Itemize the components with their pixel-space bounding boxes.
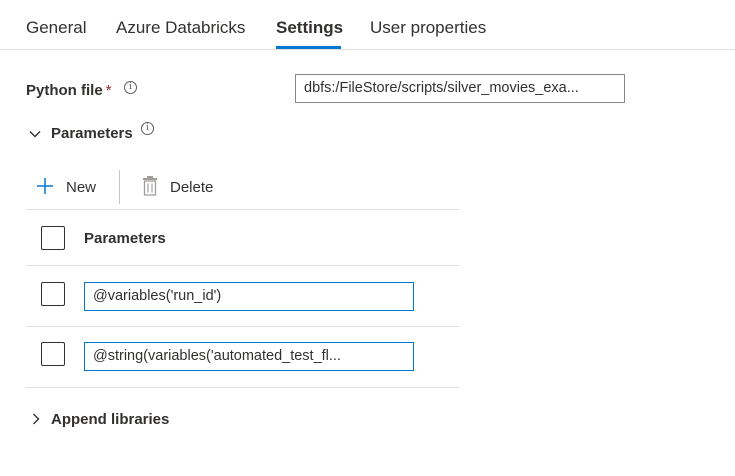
parameter-value-input[interactable]: @variables('run_id') [84, 282, 414, 311]
python-file-label: Python file * [26, 82, 112, 99]
row-checkbox[interactable] [41, 342, 65, 366]
tab-bar: General Azure Databricks Settings User p… [0, 0, 735, 50]
table-row-divider [26, 326, 459, 327]
required-asterisk: * [105, 82, 112, 99]
row-checkbox[interactable] [41, 282, 65, 306]
tab-user-properties[interactable]: User properties [370, 18, 486, 38]
tab-azure-databricks[interactable]: Azure Databricks [116, 18, 245, 38]
new-button[interactable]: New [66, 179, 96, 196]
table-bottom-divider [26, 387, 459, 388]
select-all-checkbox[interactable] [41, 226, 65, 250]
tab-general[interactable]: General [26, 18, 86, 38]
chevron-down-icon[interactable] [28, 127, 42, 141]
active-tab-indicator [276, 46, 341, 49]
table-header-parameters: Parameters [84, 230, 166, 247]
plus-icon[interactable] [36, 177, 54, 195]
append-libraries-label[interactable]: Append libraries [51, 411, 169, 428]
toolbar-divider [119, 170, 120, 204]
parameters-section-label[interactable]: Parameters [51, 125, 133, 142]
trash-icon[interactable] [141, 176, 159, 196]
tab-settings[interactable]: Settings [276, 18, 343, 38]
table-header-divider [26, 265, 459, 266]
parameter-value-input[interactable]: @string(variables('automated_test_fl... [84, 342, 414, 371]
chevron-right-icon[interactable] [29, 412, 43, 426]
delete-button[interactable]: Delete [170, 179, 213, 196]
python-file-info-icon[interactable]: i [124, 81, 137, 94]
python-file-label-text: Python file [26, 82, 103, 99]
parameters-info-icon[interactable]: i [141, 122, 154, 135]
table-top-divider [26, 209, 459, 210]
python-file-input[interactable]: dbfs:/FileStore/scripts/silver_movies_ex… [295, 74, 625, 103]
